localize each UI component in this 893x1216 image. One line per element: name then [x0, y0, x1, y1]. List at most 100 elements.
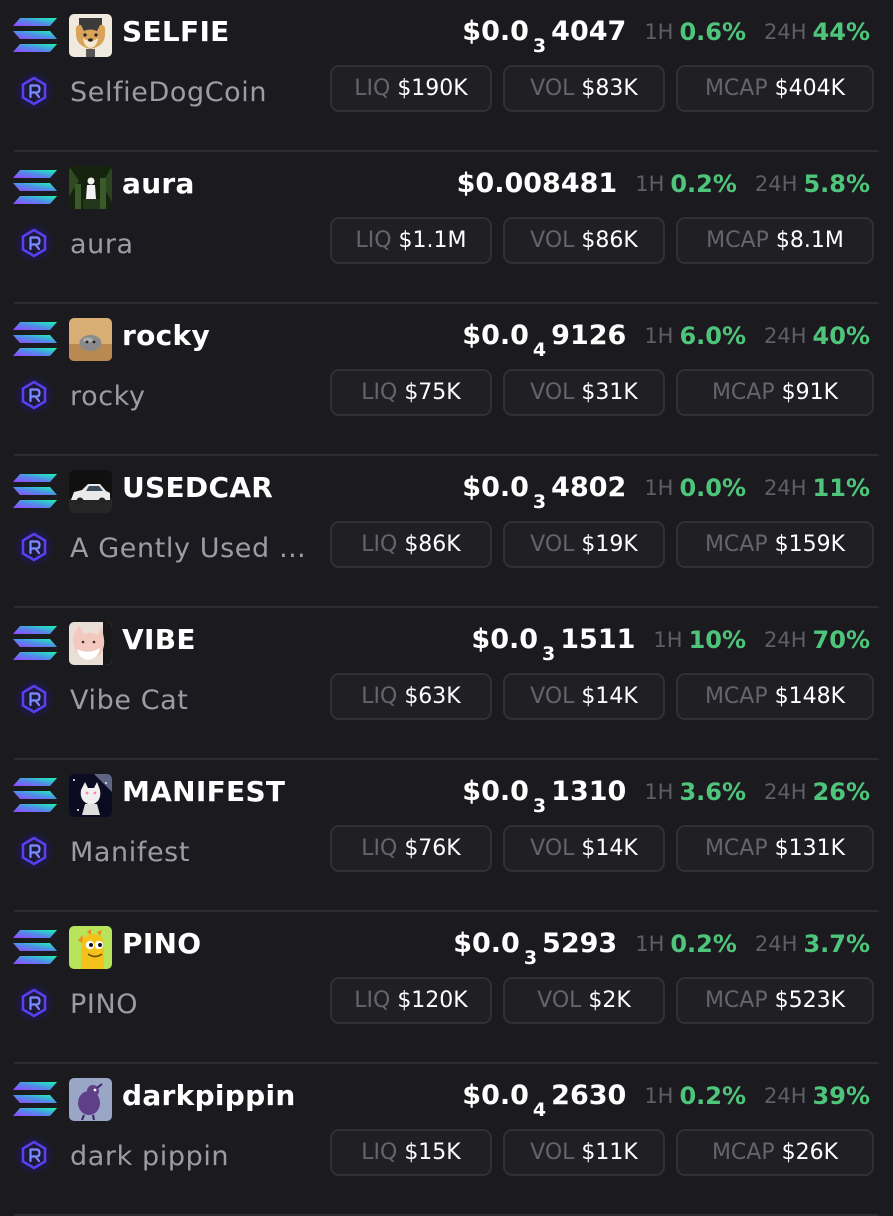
token-name: aura [70, 229, 134, 260]
price-digits: 9126 [551, 320, 627, 351]
token-row-vibe[interactable]: VIBE $0.0 3 1511 1H 10% 24H 70% Vibe Cat L… [0, 608, 893, 760]
vol-label: VOL [530, 836, 575, 861]
change-24h-label: 24H [764, 20, 807, 44]
volume-pill[interactable]: VOL $83K [503, 65, 665, 112]
token-symbol: darkpippin [122, 1079, 296, 1112]
vol-value: $11K [581, 1140, 638, 1165]
price-digits: 5293 [542, 928, 618, 959]
token-row-rocky[interactable]: rocky $0.0 4 9126 1H 6.0% 24H 40% rocky LI… [0, 304, 893, 456]
market-cap-pill[interactable]: MCAP $91K [676, 369, 874, 416]
change-1h-label: 1H [635, 932, 665, 956]
liq-value: $63K [404, 684, 461, 709]
solana-chain-icon [13, 1082, 57, 1116]
token-price: $0.0 4 2630 [462, 1076, 626, 1121]
volume-pill[interactable]: VOL $2K [503, 977, 665, 1024]
token-row-aura[interactable]: aura $0.008481 1H 0.2% 24H 5.8% aura LIQ… [0, 152, 893, 304]
token-row-selfie[interactable]: SELFIE $0.0 3 4047 1H 0.6% 24H 44% SelfieD… [0, 0, 893, 152]
vol-value: $83K [581, 76, 638, 101]
liquidity-pill[interactable]: LIQ $86K [330, 521, 492, 568]
price-zero-count: 4 [532, 1099, 547, 1121]
space-cat-avatar-icon-image [69, 774, 112, 817]
change-1h-label: 1H [644, 1084, 674, 1108]
mcap-value: $26K [781, 1140, 839, 1165]
token-name: A Gently Used Car [70, 533, 315, 564]
change-1h-value: 3.6% [679, 778, 747, 806]
token-symbol: USEDCAR [122, 471, 274, 504]
price-prefix: $0.0 [462, 320, 529, 351]
price-zero-count: 4 [532, 339, 547, 361]
vol-label: VOL [537, 988, 582, 1013]
liquidity-pill[interactable]: LIQ $120K [330, 977, 492, 1024]
token-symbol: VIBE [122, 623, 196, 656]
volume-pill[interactable]: VOL $14K [503, 673, 665, 720]
price-prefix: $0.0 [471, 624, 539, 655]
mcap-value: $131K [774, 836, 846, 861]
token-row-pino[interactable]: PINO $0.0 3 5293 1H 0.2% 24H 3.7% PINO LIQ… [0, 912, 893, 1064]
change-24h-value: 11% [812, 474, 870, 502]
token-name: PINO [70, 989, 139, 1020]
liq-label: LIQ [361, 380, 398, 405]
price-digits: 4047 [551, 16, 627, 47]
change-24h-label: 24H [764, 324, 807, 348]
solana-chain-icon [13, 322, 57, 356]
market-cap-pill[interactable]: MCAP $131K [676, 825, 874, 872]
liq-value: $75K [404, 380, 461, 405]
mcap-label: MCAP [704, 532, 768, 557]
price-digits: 4802 [551, 472, 627, 503]
change-1h-value: 0.2% [670, 930, 737, 958]
cat-avatar-icon-image [69, 622, 112, 665]
token-row-darkpippin[interactable]: darkpippin $0.0 4 2630 1H 0.2% 24H 39% dar… [0, 1064, 893, 1216]
change-1h-value: 0.2% [679, 1082, 747, 1110]
change-1h-label: 1H [653, 628, 683, 652]
change-1h-label: 1H [644, 20, 674, 44]
token-symbol: aura [122, 167, 195, 200]
liq-label: LIQ [361, 532, 398, 557]
market-cap-pill[interactable]: MCAP $8.1M [676, 217, 874, 264]
liquidity-pill[interactable]: LIQ $76K [330, 825, 492, 872]
token-row-usedcar[interactable]: USEDCAR $0.0 3 4802 1H 0.0% 24H 11% A Gent… [0, 456, 893, 608]
liquidity-pill[interactable]: LIQ $190K [330, 65, 492, 112]
token-name: rocky [70, 381, 146, 412]
vol-label: VOL [530, 1140, 575, 1165]
market-cap-pill[interactable]: MCAP $159K [676, 521, 874, 568]
token-row-manifest[interactable]: MANIFEST $0.0 3 1310 1H 3.6% 24H 26% Manif… [0, 760, 893, 912]
price-zero-count: 3 [532, 491, 547, 513]
price-zero-count: 3 [532, 795, 547, 817]
price-prefix: $0.0 [462, 16, 529, 47]
volume-pill[interactable]: VOL $19K [503, 521, 665, 568]
change-1h-value: 0.2% [670, 170, 737, 198]
market-cap-pill[interactable]: MCAP $26K [676, 1129, 874, 1176]
rock-avatar-icon [69, 318, 112, 361]
volume-pill[interactable]: VOL $14K [503, 825, 665, 872]
vol-value: $86K [581, 228, 638, 253]
market-cap-pill[interactable]: MCAP $523K [676, 977, 874, 1024]
liquidity-pill[interactable]: LIQ $75K [330, 369, 492, 416]
price-digits: 1511 [560, 624, 636, 655]
token-name: dark pippin [70, 1141, 230, 1172]
volume-pill[interactable]: VOL $11K [503, 1129, 665, 1176]
liquidity-pill[interactable]: LIQ $63K [330, 673, 492, 720]
vol-value: $31K [581, 380, 638, 405]
change-24h-value: 26% [812, 778, 870, 806]
token-list: SELFIE $0.0 3 4047 1H 0.6% 24H 44% SelfieD… [0, 0, 893, 1216]
mcap-label: MCAP [704, 76, 768, 101]
raydium-dex-icon [16, 1137, 52, 1173]
mcap-value: $404K [774, 76, 846, 101]
volume-pill[interactable]: VOL $86K [503, 217, 665, 264]
mcap-label: MCAP [704, 684, 768, 709]
market-cap-pill[interactable]: MCAP $404K [676, 65, 874, 112]
vol-value: $19K [581, 532, 638, 557]
raydium-dex-icon [16, 985, 52, 1021]
change-24h-value: 44% [812, 18, 870, 46]
liquidity-pill[interactable]: LIQ $15K [330, 1129, 492, 1176]
yellow-dino-avatar-icon [69, 926, 112, 969]
token-price: $0.0 3 5293 [453, 924, 618, 969]
change-1h-value: 0.0% [679, 474, 747, 502]
volume-pill[interactable]: VOL $31K [503, 369, 665, 416]
change-24h-value: 70% [812, 626, 870, 654]
vol-value: $14K [581, 684, 638, 709]
liquidity-pill[interactable]: LIQ $1.1M [330, 217, 492, 264]
market-cap-pill[interactable]: MCAP $148K [676, 673, 874, 720]
mcap-value: $148K [774, 684, 846, 709]
change-24h-label: 24H [764, 628, 807, 652]
